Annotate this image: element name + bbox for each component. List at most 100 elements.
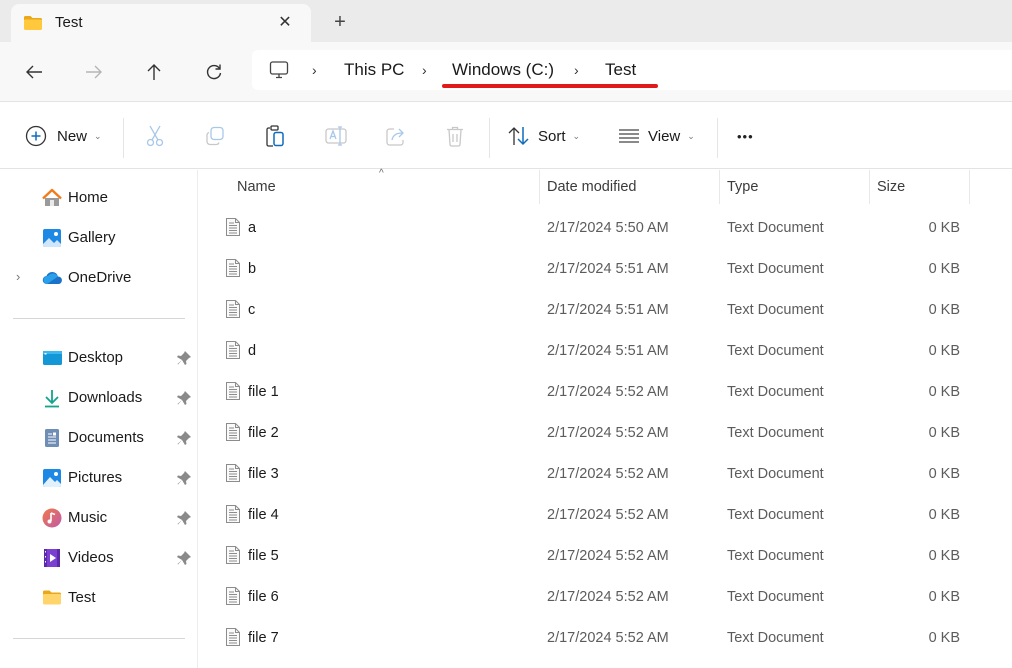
refresh-button[interactable] [200,58,228,86]
pin-icon[interactable] [176,430,192,446]
file-row[interactable]: c 2/17/2024 5:51 AM Text Document 0 KB [199,290,1012,331]
cut-button[interactable] [145,122,165,150]
text-document-icon [225,627,241,652]
file-name: file 5 [248,548,279,564]
chevron-right-icon[interactable]: › [16,269,20,284]
onedrive-icon [42,268,62,288]
file-size: 0 KB [928,507,960,523]
breadcrumb-windows-c[interactable]: Windows (C:) [452,60,554,80]
breadcrumb-this-pc[interactable]: This PC [344,60,404,80]
breadcrumb-separator[interactable]: › [312,62,317,78]
file-date-modified: 2/17/2024 5:51 AM [547,261,669,277]
breadcrumb-test[interactable]: Test [605,60,636,80]
plus-circle-icon [25,125,47,147]
share-icon [386,128,404,146]
file-row[interactable]: file 6 2/17/2024 5:52 AM Text Document 0… [199,577,1012,618]
file-row[interactable]: file 4 2/17/2024 5:52 AM Text Document 0… [199,495,1012,536]
sidebar-item-downloads[interactable]: Downloads [0,380,198,416]
sidebar-item-home[interactable]: Home [0,180,198,216]
sidebar-item-music[interactable]: Music [0,500,198,536]
column-header-size[interactable]: Size [870,170,969,206]
close-tab-icon[interactable]: ✕ [273,10,297,34]
file-size: 0 KB [928,261,960,277]
music-icon [42,508,62,528]
sidebar-item-label: Home [68,189,109,206]
file-name: file 4 [248,507,279,523]
text-document-icon [225,258,241,283]
folder-icon [42,588,62,608]
file-name: d [248,343,257,359]
file-name: file 1 [248,384,279,400]
text-document-icon [225,586,241,611]
chevron-down-icon: ⌄ [687,130,695,141]
text-document-icon [225,381,241,406]
file-size: 0 KB [928,302,960,318]
sidebar-item-gallery[interactable]: Gallery [0,220,198,256]
text-document-icon [225,545,241,570]
file-type: Text Document [727,466,824,482]
sidebar-item-desktop[interactable]: Desktop [0,340,198,376]
file-type: Text Document [727,302,824,318]
text-document-icon [225,504,241,529]
sidebar-item-label: Desktop [68,349,124,366]
copy-button[interactable] [205,122,225,150]
file-row[interactable]: file 7 2/17/2024 5:52 AM Text Document 0… [199,618,1012,659]
refresh-icon [206,64,222,80]
text-document-icon [225,299,241,324]
pin-icon[interactable] [176,350,192,366]
pin-icon[interactable] [176,470,192,486]
trash-icon [447,126,463,147]
sidebar-item-documents[interactable]: Documents [0,420,198,456]
sidebar-item-label: Downloads [68,389,143,406]
rename-button[interactable] [325,122,347,150]
file-date-modified: 2/17/2024 5:52 AM [547,466,669,482]
column-header-name[interactable]: Name [199,170,539,206]
column-header-type[interactable]: Type [720,170,869,206]
sidebar-item-onedrive[interactable]: › OneDrive [0,260,198,296]
sidebar-item-pictures[interactable]: Pictures [0,460,198,496]
tab-test[interactable]: Test ✕ [11,4,311,42]
paste-button[interactable] [265,122,285,150]
pin-icon[interactable] [176,510,192,526]
up-button[interactable] [140,58,168,86]
file-type: Text Document [727,343,824,359]
share-button[interactable] [385,122,407,150]
file-size: 0 KB [928,589,960,605]
sidebar-item-videos[interactable]: Videos [0,540,198,576]
file-row[interactable]: b 2/17/2024 5:51 AM Text Document 0 KB [199,249,1012,290]
sort-button[interactable]: Sort ⌄ [508,122,580,150]
column-divider[interactable] [969,170,970,204]
more-options-button[interactable]: ••• [737,122,754,150]
desktop-icon [42,348,62,368]
file-row[interactable]: file 3 2/17/2024 5:52 AM Text Document 0… [199,454,1012,495]
file-row[interactable]: file 2 2/17/2024 5:52 AM Text Document 0… [199,413,1012,454]
new-button[interactable]: New ⌄ [25,122,102,150]
red-annotation-underline [442,84,658,88]
breadcrumb-separator[interactable]: › [574,62,579,78]
file-date-modified: 2/17/2024 5:52 AM [547,589,669,605]
sidebar-item-test[interactable]: Test [0,580,198,616]
pin-icon[interactable] [176,550,192,566]
this-pc-icon[interactable] [269,60,289,85]
sidebar-divider [13,318,185,319]
file-name: c [248,302,256,318]
sidebar-item-label: Gallery [68,229,116,246]
file-row[interactable]: a 2/17/2024 5:50 AM Text Document 0 KB [199,208,1012,249]
column-header-date-modified[interactable]: Date modified [540,170,720,206]
new-tab-button[interactable]: + [328,10,352,34]
file-row[interactable]: file 1 2/17/2024 5:52 AM Text Document 0… [199,372,1012,413]
pin-icon[interactable] [176,390,192,406]
tab-title: Test [55,14,83,31]
breadcrumb-separator[interactable]: › [422,62,427,78]
delete-button[interactable] [445,122,465,150]
back-button[interactable] [20,58,48,86]
view-label: View [648,127,681,145]
file-row[interactable]: d 2/17/2024 5:51 AM Text Document 0 KB [199,331,1012,372]
divider [123,118,124,158]
file-name: file 3 [248,466,279,482]
view-button[interactable]: View ⌄ [618,122,695,150]
file-size: 0 KB [928,548,960,564]
forward-button[interactable] [80,58,108,86]
file-row[interactable]: file 5 2/17/2024 5:52 AM Text Document 0… [199,536,1012,577]
file-name: b [248,261,257,277]
